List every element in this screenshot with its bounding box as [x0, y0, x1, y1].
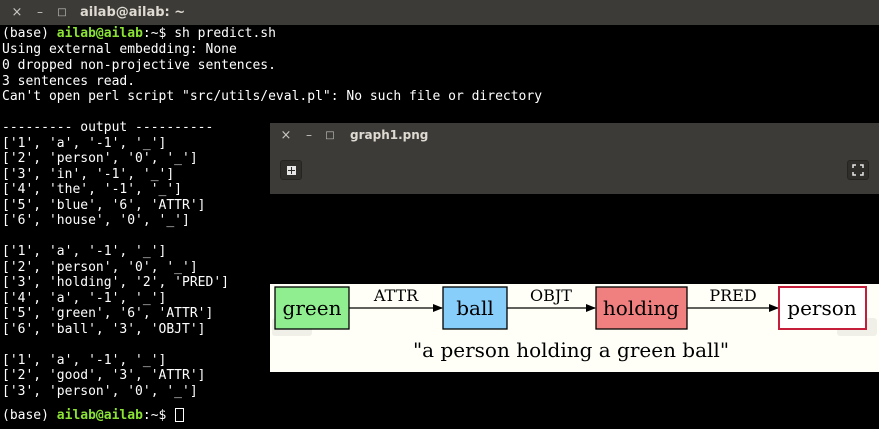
- viewer-window-title: graph1.png: [350, 128, 429, 142]
- output-line: Can't open perl script "src/utils/eval.p…: [2, 89, 543, 104]
- prompt-env: (base): [2, 26, 57, 41]
- output-line: ['6', 'ball', '3', 'OBJT']: [2, 322, 206, 337]
- output-line: ['2', 'person', '0', '_']: [2, 260, 198, 275]
- edge-label-attr: ATTR: [373, 286, 419, 305]
- close-icon[interactable]: ×: [278, 123, 294, 148]
- output-line: ['6', 'house', '0', '_']: [2, 213, 190, 228]
- image-viewer-window: × – □ graph1.png ATTR OBJT PRED green ba…: [270, 123, 879, 429]
- fullscreen-icon: [852, 164, 864, 176]
- prompt-env: (base): [2, 408, 57, 423]
- output-line: ['1', 'a', '-1', '_']: [2, 353, 167, 368]
- node-label-person: person: [787, 296, 857, 320]
- node-label-green: green: [283, 296, 342, 320]
- prompt-user-host: ailab@ailab: [56, 408, 143, 423]
- output-line: ['1', 'a', '-1', '_']: [2, 136, 167, 151]
- add-icon: [286, 165, 296, 175]
- output-line: ['4', 'a', '-1', '_']: [2, 291, 167, 306]
- output-line: Using external embedding: None: [2, 42, 237, 57]
- graph-caption: "a person holding a green ball": [413, 338, 729, 362]
- output-line: ['3', 'in', '-1', '_']: [2, 167, 175, 182]
- output-line: ['2', 'good', '3', 'ATTR']: [2, 368, 206, 383]
- prompt-symbol: $: [158, 26, 175, 41]
- viewer-toolbar: [270, 148, 879, 194]
- prompt-path: :~: [142, 26, 159, 41]
- output-line: ['4', 'the', '-1', '_']: [2, 182, 183, 197]
- prompt-line[interactable]: (base) ailab@ailab:~$: [2, 408, 185, 424]
- output-header: --------- output ----------: [2, 120, 214, 135]
- scene-graph: ATTR OBJT PRED green ball holding person…: [274, 286, 867, 362]
- minimize-icon[interactable]: –: [301, 123, 317, 148]
- output-line: 0 dropped non-projective sentences.: [2, 58, 276, 73]
- prompt-user-host: ailab@ailab: [56, 26, 143, 41]
- maximize-icon[interactable]: □: [322, 123, 338, 148]
- output-line: ['3', 'holding', '2', 'PRED']: [2, 275, 229, 290]
- output-line: ['2', 'person', '0', '_']: [2, 151, 198, 166]
- output-line: ['3', 'person', '0', '_']: [2, 384, 198, 399]
- output-line: ['5', 'blue', '6', 'ATTR']: [2, 198, 206, 213]
- terminal-titlebar: × – □ ailab@ailab: ~: [0, 0, 879, 25]
- output-line: ['5', 'green', '6', 'ATTR']: [2, 306, 214, 321]
- viewer-titlebar[interactable]: × – □ graph1.png: [270, 123, 879, 148]
- node-label-ball: ball: [456, 296, 494, 320]
- maximize-icon[interactable]: □: [54, 0, 70, 25]
- close-icon[interactable]: ×: [9, 0, 25, 25]
- edge-label-objt: OBJT: [530, 286, 572, 305]
- edge-label-pred: PRED: [709, 286, 756, 305]
- command-text: sh predict.sh: [174, 26, 276, 41]
- add-button[interactable]: [280, 160, 302, 180]
- prompt-symbol: $: [158, 408, 175, 423]
- text-cursor: [175, 408, 185, 422]
- output-line: 3 sentences read.: [2, 74, 136, 89]
- minimize-icon[interactable]: –: [32, 0, 48, 25]
- output-line: ['1', 'a', '-1', '_']: [2, 244, 167, 259]
- node-label-holding: holding: [603, 296, 679, 320]
- image-canvas[interactable]: ATTR OBJT PRED green ball holding person…: [270, 194, 879, 429]
- graph-image: ATTR OBJT PRED green ball holding person…: [270, 284, 879, 372]
- prompt-path: :~: [142, 408, 159, 423]
- command-line: (base) ailab@ailab:~$ sh predict.sh: [2, 26, 276, 42]
- terminal-window-title: ailab@ailab: ~: [80, 5, 186, 20]
- fullscreen-button[interactable]: [847, 160, 869, 180]
